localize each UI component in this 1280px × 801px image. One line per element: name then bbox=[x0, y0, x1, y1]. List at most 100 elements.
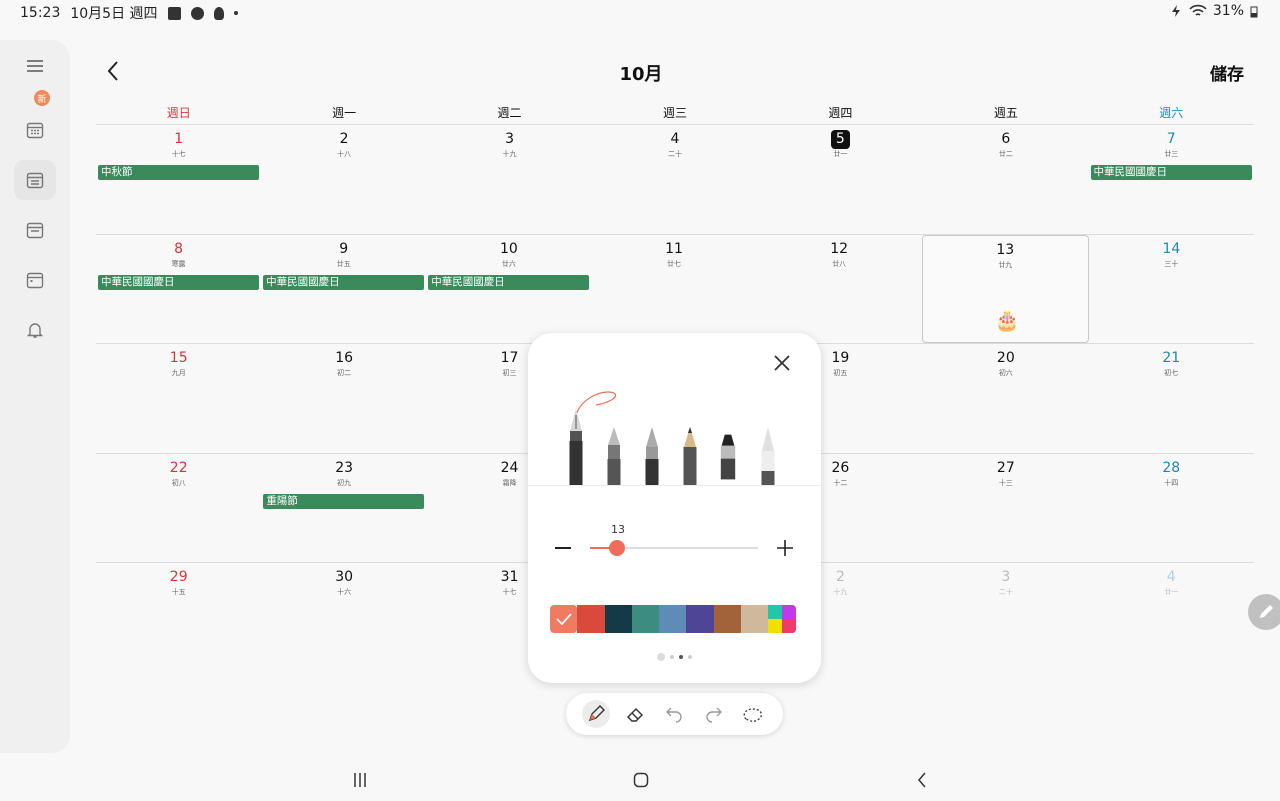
event-mid-autumn[interactable]: 中秋節 bbox=[98, 165, 259, 180]
lunar-date: 十五 bbox=[171, 588, 186, 596]
redo-button[interactable] bbox=[700, 700, 728, 728]
minus-icon bbox=[555, 547, 571, 549]
day-cell[interactable]: 4 廿一 bbox=[1089, 563, 1254, 672]
day-cell[interactable]: 15 九月 bbox=[96, 344, 261, 453]
lunar-date: 九月 bbox=[171, 369, 186, 377]
color-picker-swatch[interactable] bbox=[768, 605, 796, 633]
lunar-date: 廿八 bbox=[832, 259, 847, 268]
undo-button[interactable] bbox=[660, 700, 688, 728]
week-row: 8 寒露 中華民國國慶日 9 廿五 中華民國國慶日 10 廿六 中華民國國慶日 11 廿… bbox=[96, 233, 1254, 344]
day-cell-today[interactable]: 5 廿一 bbox=[758, 125, 923, 234]
event-national-day[interactable]: 中華民國國慶日 bbox=[428, 274, 590, 290]
slider-thumb[interactable] bbox=[608, 540, 625, 556]
menu-button[interactable] bbox=[14, 46, 56, 86]
lunar-date: 二十 bbox=[667, 150, 682, 158]
event-national-day[interactable]: 中華民國國慶日 bbox=[98, 274, 259, 290]
no-charging-icon bbox=[1171, 5, 1180, 17]
sidebar-item-list-view[interactable] bbox=[14, 260, 56, 300]
lunar-date: 十三 bbox=[998, 478, 1013, 487]
event-national-day[interactable]: 中華民國國慶日 bbox=[1090, 165, 1252, 180]
day-cell[interactable]: 4 二十 bbox=[592, 125, 757, 234]
day-cell[interactable]: 21 初七 bbox=[1089, 344, 1254, 453]
day-cell[interactable]: 20 初六 bbox=[923, 344, 1088, 453]
calligraphy-pen-icon[interactable] bbox=[606, 427, 622, 485]
color-swatch[interactable] bbox=[740, 605, 768, 633]
day-number: 8 bbox=[174, 240, 184, 257]
day-cell[interactable]: 7 廿三 中華民國國慶日 bbox=[1089, 125, 1254, 234]
eraser-tool-button[interactable] bbox=[621, 700, 649, 728]
lasso-icon bbox=[743, 708, 763, 722]
day-cell[interactable]: 3 十九 bbox=[427, 125, 592, 234]
sidebar-item-month-view[interactable] bbox=[14, 110, 56, 150]
sidebar-item-week-view[interactable] bbox=[14, 160, 56, 200]
page-dot[interactable] bbox=[688, 655, 692, 659]
day-cell[interactable]: 3 二十 bbox=[923, 563, 1088, 672]
bulb-icon bbox=[213, 6, 224, 20]
edit-fab-button[interactable] bbox=[1248, 594, 1280, 630]
increase-size-button[interactable] bbox=[776, 538, 794, 558]
day-cell[interactable]: 29 十五 bbox=[96, 563, 261, 672]
brush-pen-icon[interactable] bbox=[644, 427, 660, 485]
day-cell[interactable]: 14 三十 bbox=[1089, 235, 1254, 344]
day-cell-selected[interactable]: 13 廿九 🎂 bbox=[921, 234, 1089, 343]
marker-icon[interactable] bbox=[720, 429, 736, 485]
recent-apps-button[interactable] bbox=[345, 768, 375, 792]
day-cell[interactable]: 28 十四 bbox=[1089, 454, 1254, 563]
back-icon bbox=[918, 772, 926, 788]
color-swatch[interactable] bbox=[713, 605, 741, 633]
lunar-date: 廿二 bbox=[998, 150, 1013, 158]
color-swatch[interactable] bbox=[631, 605, 659, 633]
lunar-date: 初八 bbox=[171, 478, 186, 487]
save-button[interactable]: 儲存 bbox=[1210, 60, 1244, 85]
lunar-date: 初七 bbox=[1164, 369, 1179, 377]
fountain-pen-icon[interactable] bbox=[568, 409, 584, 485]
color-swatch[interactable] bbox=[604, 605, 632, 633]
color-wheel-icon bbox=[768, 605, 796, 633]
day-cell[interactable]: 2 十八 bbox=[261, 125, 426, 234]
gallery-icon bbox=[167, 6, 181, 20]
sidebar-item-reminders[interactable] bbox=[14, 310, 56, 350]
palette-page-indicator bbox=[528, 653, 821, 661]
pen-size-value: 13 bbox=[611, 523, 625, 536]
pen-size-slider[interactable] bbox=[590, 540, 758, 556]
day-cell[interactable]: 8 寒露 中華民國國慶日 bbox=[96, 235, 261, 344]
pen-tool-button[interactable] bbox=[581, 700, 610, 728]
recent-apps-icon bbox=[354, 773, 366, 787]
lasso-tool-button[interactable] bbox=[739, 700, 767, 728]
day-cell[interactable]: 12 廿八 bbox=[757, 235, 922, 344]
day-number: 3 bbox=[505, 131, 515, 147]
day-cell[interactable]: 16 初二 bbox=[261, 344, 426, 453]
day-cell[interactable]: 27 十三 bbox=[923, 454, 1088, 563]
day-number: 28 bbox=[1162, 459, 1181, 476]
lunar-date: 二十 bbox=[998, 588, 1013, 596]
color-swatch[interactable] bbox=[686, 605, 714, 633]
highlighter-icon[interactable] bbox=[760, 427, 776, 485]
page-dot-active[interactable] bbox=[679, 655, 683, 659]
system-back-button[interactable] bbox=[907, 768, 937, 792]
birthday-cake-icon: 🎂 bbox=[994, 307, 1020, 332]
lunar-date: 廿三 bbox=[1164, 150, 1179, 158]
sidebar-item-day-view[interactable] bbox=[14, 210, 56, 250]
header: 10月 儲存 bbox=[70, 52, 1280, 92]
color-swatch[interactable] bbox=[577, 605, 605, 633]
battery-icon bbox=[1250, 6, 1258, 17]
day-cell[interactable]: 10 廿六 中華民國國慶日 bbox=[426, 235, 591, 344]
page-dot[interactable] bbox=[670, 655, 674, 659]
color-palette bbox=[550, 605, 796, 633]
pencil-icon[interactable] bbox=[682, 427, 698, 485]
event-double-ninth[interactable]: 重陽節 bbox=[263, 493, 425, 509]
day-cell[interactable]: 23 初九 重陽節 bbox=[261, 454, 426, 563]
event-national-day[interactable]: 中華民國國慶日 bbox=[263, 274, 425, 290]
day-cell[interactable]: 22 初八 bbox=[96, 454, 261, 563]
day-cell[interactable]: 9 廿五 中華民國國慶日 bbox=[261, 235, 426, 344]
decrease-size-button[interactable] bbox=[555, 538, 571, 558]
day-cell[interactable]: 6 廿二 bbox=[923, 125, 1088, 234]
color-swatch[interactable] bbox=[659, 605, 687, 633]
day-cell[interactable]: 1 十七 中秋節 bbox=[96, 125, 261, 234]
color-swatch-selected[interactable] bbox=[550, 605, 578, 633]
home-button[interactable] bbox=[626, 768, 656, 792]
page-dot[interactable] bbox=[657, 653, 665, 661]
close-button[interactable] bbox=[770, 351, 794, 375]
day-cell[interactable]: 11 廿七 bbox=[591, 235, 756, 344]
day-cell[interactable]: 30 十六 bbox=[261, 563, 426, 672]
